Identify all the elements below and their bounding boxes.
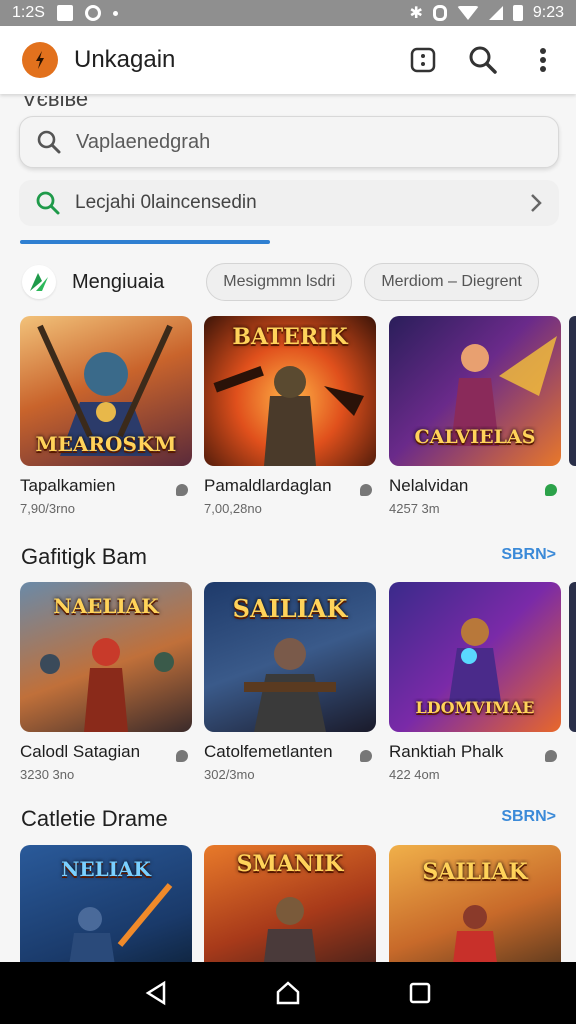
search-bar[interactable] bbox=[19, 116, 559, 168]
bluetooth-icon: ✱ bbox=[409, 5, 423, 22]
back-icon[interactable] bbox=[141, 978, 171, 1008]
home-icon[interactable] bbox=[273, 978, 303, 1008]
game-card[interactable]: MEAROSKM Tapalkamien 7,90/3rno bbox=[20, 316, 192, 516]
search-icon[interactable] bbox=[468, 45, 498, 75]
game-art-title: BATERIK bbox=[232, 324, 348, 350]
status-time: 9:23 bbox=[532, 4, 564, 21]
suggestion-text: Lecjahi 0laincensedin bbox=[75, 192, 257, 213]
game-name: Pamaldlardaglan bbox=[204, 476, 332, 495]
game-thumbnail[interactable]: CALVIELAS bbox=[389, 316, 561, 466]
see-more-link[interactable]: SBRN> bbox=[501, 808, 556, 826]
game-meta: 422 4om bbox=[389, 767, 440, 782]
game-name: Nelalvidan bbox=[389, 476, 469, 495]
filter-chip-2[interactable]: Merdiom – Diegrent bbox=[364, 263, 539, 301]
filter-label: Mengiuaia bbox=[72, 270, 165, 293]
comment-icon bbox=[545, 750, 557, 762]
logo-mark-icon bbox=[36, 51, 44, 69]
system-nav-bar bbox=[0, 962, 576, 1024]
dice-icon[interactable] bbox=[408, 45, 438, 75]
comment-icon bbox=[176, 484, 188, 496]
next-card-peek bbox=[569, 582, 576, 732]
recents-icon[interactable] bbox=[405, 978, 435, 1008]
game-thumbnail[interactable]: SAILIAK bbox=[204, 582, 376, 732]
vibrate-icon bbox=[432, 5, 447, 21]
game-meta: 4257 3m bbox=[389, 501, 440, 516]
comment-icon bbox=[360, 750, 372, 762]
comment-icon bbox=[360, 484, 372, 496]
game-card[interactable]: LDOMVIMAE Ranktiah Phalk 422 4om bbox=[389, 582, 561, 782]
search-input[interactable] bbox=[76, 130, 516, 154]
game-art-title: SAILIAK bbox=[232, 594, 348, 623]
app-bar: Unkagain bbox=[0, 26, 576, 94]
comment-icon bbox=[545, 484, 557, 496]
game-art-title: NELIAK bbox=[61, 857, 151, 881]
game-thumbnail[interactable]: NAELIAK bbox=[20, 582, 192, 732]
more-notifications-icon bbox=[112, 10, 118, 16]
game-card[interactable]: BATERIK Pamaldlardaglan 7,00,28no bbox=[204, 316, 376, 516]
game-meta: 7,90/3rno bbox=[20, 501, 75, 516]
status-bar: 1:2S ✱ 9:23 bbox=[0, 0, 576, 26]
filter-row: Mengiuaia Mesigmmn lsdri Merdiom – Diegr… bbox=[22, 262, 576, 302]
game-art-title: SMANIK bbox=[236, 851, 344, 877]
game-name: Catolfemetlanten bbox=[204, 742, 333, 761]
tab-indicator bbox=[20, 240, 270, 244]
comment-icon bbox=[176, 750, 188, 762]
status-time-left: 1:2S bbox=[12, 4, 45, 21]
signal-icon bbox=[488, 6, 503, 20]
sync-notification-icon bbox=[84, 5, 101, 21]
section-title: Gafitigk Bam bbox=[21, 544, 147, 569]
see-more-link[interactable]: SBRN> bbox=[501, 546, 556, 564]
category-icon[interactable] bbox=[22, 265, 56, 299]
wifi-icon bbox=[456, 6, 479, 20]
game-card[interactable]: NAELIAK Calodl Satagian 3230 3no bbox=[20, 582, 192, 782]
game-row-2: NAELIAK Calodl Satagian 3230 3no SAILIAK… bbox=[20, 582, 576, 788]
game-card[interactable]: CALVIELAS Nelalvidan 4257 3m bbox=[389, 316, 561, 516]
chevron-right-icon bbox=[531, 194, 542, 212]
game-art-title: NAELIAK bbox=[53, 594, 159, 618]
search-suggestion[interactable]: Lecjahi 0laincensedin bbox=[19, 180, 559, 226]
game-art-title: SAILIAK bbox=[422, 859, 528, 885]
game-meta: 7,00,28no bbox=[204, 501, 262, 516]
game-row-1: MEAROSKM Tapalkamien 7,90/3rno BATERIK P… bbox=[20, 316, 576, 522]
photo-notification-icon bbox=[56, 5, 73, 21]
game-art-title: LDOMVIMAE bbox=[415, 698, 535, 717]
game-meta: 302/3mo bbox=[204, 767, 255, 782]
section-title: Catletie Drame bbox=[21, 806, 168, 831]
game-card[interactable]: SAILIAK Catolfemetlanten 302/3mo bbox=[204, 582, 376, 782]
battery-icon bbox=[512, 5, 523, 21]
app-title: Unkagain bbox=[74, 46, 176, 73]
game-thumbnail[interactable]: LDOMVIMAE bbox=[389, 582, 561, 732]
game-name: Tapalkamien bbox=[20, 476, 116, 495]
game-thumbnail[interactable]: BATERIK bbox=[204, 316, 376, 466]
overflow-menu-icon[interactable] bbox=[528, 45, 558, 75]
search-field-icon bbox=[37, 130, 61, 154]
game-name: Calodl Satagian bbox=[20, 742, 141, 761]
suggestion-search-icon bbox=[36, 191, 60, 215]
game-art-title: CALVIELAS bbox=[414, 426, 536, 448]
game-art-title: MEAROSKM bbox=[35, 432, 177, 456]
game-name: Ranktiah Phalk bbox=[389, 742, 504, 761]
game-thumbnail[interactable]: MEAROSKM bbox=[20, 316, 192, 466]
game-meta: 3230 3no bbox=[20, 767, 75, 782]
filter-chip-1[interactable]: Mesigmmn lsdri bbox=[206, 263, 353, 301]
app-logo-icon[interactable] bbox=[22, 42, 58, 78]
next-card-peek bbox=[569, 316, 576, 466]
